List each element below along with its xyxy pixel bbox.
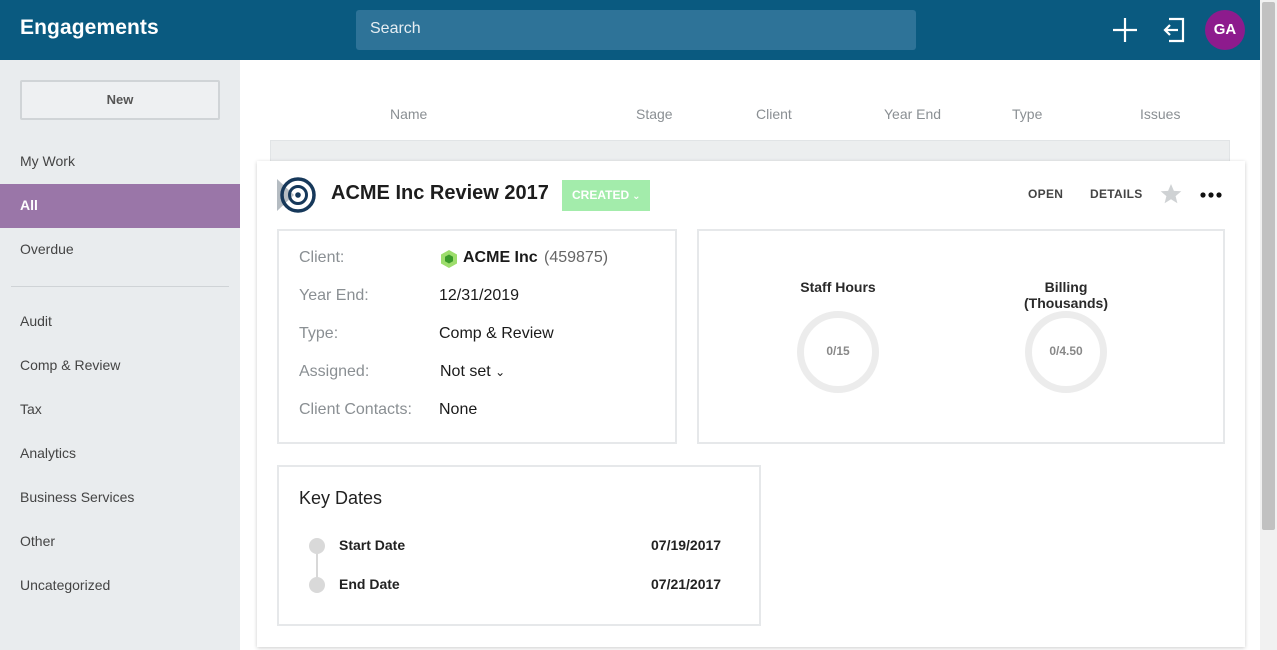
column-header-name[interactable]: Name xyxy=(390,106,427,122)
sidebar-item-all[interactable]: All xyxy=(0,184,240,228)
client-id: (459875) xyxy=(544,249,609,266)
year-end-label: Year End: xyxy=(299,287,369,304)
client-contacts-label: Client Contacts: xyxy=(299,401,412,418)
scrollbar[interactable] xyxy=(1260,0,1277,650)
sidebar-item-overdue[interactable]: Overdue xyxy=(0,228,240,272)
staff-hours-label: Staff Hours xyxy=(800,279,876,295)
column-header-year-end[interactable]: Year End xyxy=(884,106,941,122)
assigned-label: Assigned: xyxy=(299,363,370,380)
plus-icon[interactable] xyxy=(1109,14,1141,46)
chevron-down-icon: ⌄ xyxy=(632,191,641,202)
column-header-client[interactable]: Client xyxy=(756,106,792,122)
sidebar-item-analytics[interactable]: Analytics xyxy=(0,432,240,476)
client-label: Client: xyxy=(299,249,345,266)
column-header-type[interactable]: Type xyxy=(1012,106,1042,122)
sidebar-item-my-work[interactable]: My Work xyxy=(0,140,240,184)
sidebar-item-business-services[interactable]: Business Services xyxy=(0,476,240,520)
sidebar-item-audit[interactable]: Audit xyxy=(0,300,240,344)
key-dates-title: Key Dates xyxy=(299,488,383,508)
billing-label: Billing (Thousands) xyxy=(1024,279,1108,311)
sidebar-item-uncategorized[interactable]: Uncategorized xyxy=(0,564,240,608)
avatar[interactable]: GA xyxy=(1205,10,1245,50)
chevron-down-icon: ⌄ xyxy=(495,365,506,379)
app-title: Engagements xyxy=(20,16,159,39)
new-button[interactable]: New xyxy=(20,80,220,120)
start-date-label: Start Date xyxy=(339,537,406,553)
search-input[interactable]: Search xyxy=(356,10,916,50)
details-button[interactable]: DETAILS xyxy=(1090,187,1143,201)
timeline-dot xyxy=(309,577,325,593)
column-header-issues[interactable]: Issues xyxy=(1140,106,1180,122)
column-header-stage[interactable]: Stage xyxy=(636,106,673,122)
sidebar: New My Work All Overdue Audit Comp & Rev… xyxy=(0,60,240,650)
client-contacts-value[interactable]: None xyxy=(439,401,477,419)
star-icon[interactable] xyxy=(1159,182,1183,206)
year-end-value: 12/31/2019 xyxy=(439,287,520,304)
assigned-dropdown[interactable]: Not set ⌄ xyxy=(440,363,505,381)
staff-hours-value: 0/15 xyxy=(826,344,850,358)
client-hexagon-icon xyxy=(441,250,457,268)
engagement-logo-icon xyxy=(277,177,316,213)
end-date-value: 07/21/2017 xyxy=(651,576,722,592)
stage-badge[interactable]: CREATED ⌄ xyxy=(562,180,650,211)
stage-badge-label: CREATED xyxy=(572,188,630,202)
sidebar-item-tax[interactable]: Tax xyxy=(0,388,240,432)
sidebar-item-comp-review[interactable]: Comp & Review xyxy=(0,344,240,388)
sign-out-icon[interactable] xyxy=(1159,14,1191,46)
open-button[interactable]: OPEN xyxy=(1028,187,1063,201)
timeline-dot xyxy=(309,538,325,554)
sidebar-divider xyxy=(11,286,229,287)
client-name-link[interactable]: ACME Inc xyxy=(463,249,538,267)
end-date-label: End Date xyxy=(339,576,400,592)
scrollbar-thumb[interactable] xyxy=(1262,2,1275,530)
start-date-value: 07/19/2017 xyxy=(651,537,722,553)
top-bar: Engagements Search GA xyxy=(0,0,1260,60)
assigned-value: Not set xyxy=(440,363,491,380)
sidebar-item-other[interactable]: Other xyxy=(0,520,240,564)
type-value: Comp & Review xyxy=(439,325,554,342)
metrics-panel xyxy=(697,229,1225,444)
engagement-title[interactable]: ACME Inc Review 2017 xyxy=(331,182,549,205)
billing-value: 0/4.50 xyxy=(1049,344,1083,358)
type-label: Type: xyxy=(299,325,339,342)
more-options-icon[interactable] xyxy=(1199,184,1223,206)
